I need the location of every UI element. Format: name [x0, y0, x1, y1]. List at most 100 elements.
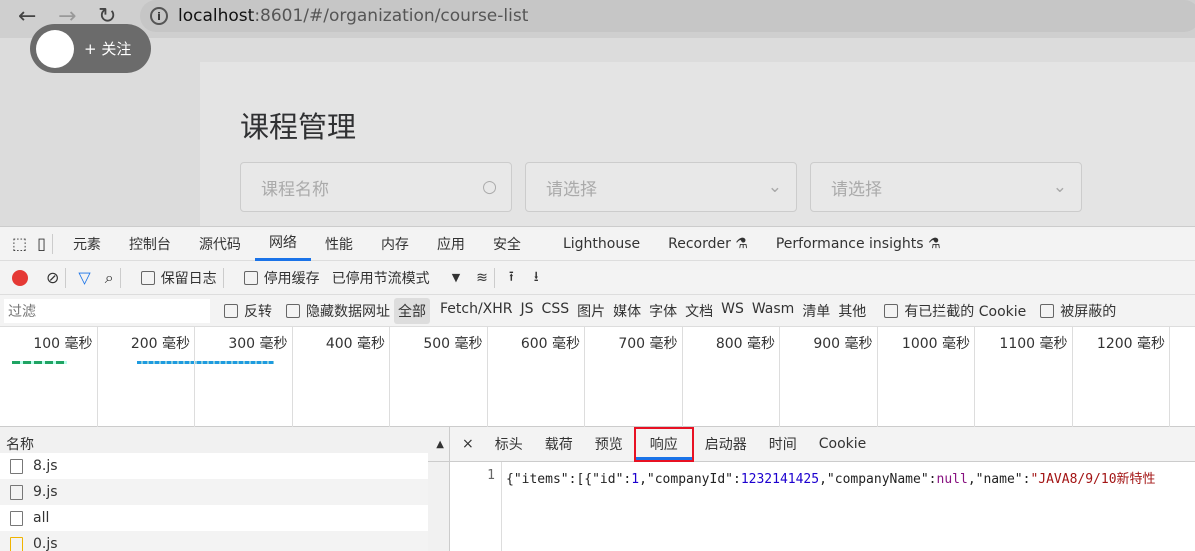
url-path: :8601/#/organization/course-list: [254, 6, 528, 26]
line-number: 1: [450, 462, 502, 551]
filter-icon[interactable]: ▽: [78, 268, 90, 287]
throttle-select[interactable]: 已停用节流模式: [332, 268, 430, 288]
type-filter[interactable]: JS: [517, 298, 538, 324]
address-bar[interactable]: i localhost:8601/#/organization/course-l…: [140, 0, 1195, 32]
logo: [36, 30, 74, 68]
device-icon[interactable]: ▯: [37, 234, 46, 253]
timeline-tick: 1000 毫秒: [878, 327, 976, 427]
hide-data-urls-checkbox[interactable]: [286, 304, 300, 318]
file-icon: [10, 511, 23, 526]
timeline-overview[interactable]: 100 毫秒200 毫秒300 毫秒400 毫秒500 毫秒600 毫秒700 …: [0, 327, 1195, 427]
tab-5[interactable]: 内存: [367, 227, 423, 261]
type-filter[interactable]: 媒体: [609, 298, 645, 324]
timeline-tick: 900 毫秒: [780, 327, 878, 427]
detail-tab-6[interactable]: Cookie: [808, 427, 878, 462]
request-name: 0.js: [33, 536, 58, 551]
type-filters: 全部Fetch/XHRJSCSS图片媒体字体文档WSWasm清单其他: [394, 298, 870, 324]
type-filter[interactable]: 其他: [834, 298, 870, 324]
type-filter[interactable]: CSS: [538, 298, 574, 324]
detail-tab-0[interactable]: 标头: [484, 427, 534, 462]
tab-4[interactable]: 性能: [311, 227, 367, 261]
inspect-icon[interactable]: ⬚: [12, 234, 27, 253]
response-body[interactable]: 1 {"items":[{"id":1,"companyId":12321414…: [450, 462, 1195, 551]
network-conditions-icon[interactable]: ≋: [476, 270, 488, 286]
response-text: {"items":[{"id":1,"companyId":1232141425…: [502, 462, 1156, 551]
search-icon[interactable]: ⌕: [105, 268, 114, 288]
detail-tab-5[interactable]: 时间: [758, 427, 808, 462]
type-filter[interactable]: WS: [717, 298, 748, 324]
invert-checkbox[interactable]: [224, 304, 238, 318]
upload-icon[interactable]: ⭱: [509, 266, 514, 290]
filter-input[interactable]: [4, 299, 210, 323]
info-icon[interactable]: i: [150, 7, 168, 25]
timeline-tick: 1200 毫秒: [1073, 327, 1171, 427]
placeholder: 课程名称: [261, 175, 329, 200]
select-2[interactable]: 请选择⌄: [810, 162, 1082, 212]
type-filter[interactable]: Fetch/XHR: [436, 298, 517, 324]
type-filter[interactable]: 清单: [798, 298, 834, 324]
placeholder: 请选择: [546, 175, 597, 200]
tab-6[interactable]: 应用: [423, 227, 479, 261]
timeline-tick: 600 毫秒: [488, 327, 586, 427]
sort-up-icon[interactable]: ▲: [436, 439, 444, 450]
type-filter[interactable]: 全部: [394, 298, 430, 324]
preserve-log-checkbox[interactable]: [141, 271, 155, 285]
request-row[interactable]: all: [0, 505, 428, 531]
tab-0[interactable]: 元素: [59, 227, 115, 261]
tab-7[interactable]: 安全: [479, 227, 535, 261]
type-filter[interactable]: Wasm: [748, 298, 798, 324]
dropdown-icon[interactable]: ▼: [452, 271, 460, 284]
select-1[interactable]: 请选择 ⌄: [525, 162, 797, 212]
request-row[interactable]: 9.js: [0, 479, 428, 505]
page-title: 课程管理: [240, 104, 356, 146]
type-filter[interactable]: 图片: [573, 298, 609, 324]
disable-cache-label: 停用缓存: [264, 268, 320, 288]
blocked-requests-checkbox[interactable]: [1040, 304, 1054, 318]
type-filter[interactable]: 文档: [681, 298, 717, 324]
follow-button[interactable]: + 关注: [30, 24, 151, 73]
course-name-input[interactable]: 课程名称○: [240, 162, 512, 212]
request-name: all: [33, 510, 49, 526]
filter-bar: 反转 隐藏数据网址 全部Fetch/XHRJSCSS图片媒体字体文档WSWasm…: [0, 295, 1195, 327]
download-icon[interactable]: ⭳: [534, 266, 539, 290]
detail-tab-2[interactable]: 预览: [584, 427, 634, 462]
request-row[interactable]: 8.js: [0, 453, 428, 479]
tab-10[interactable]: Performance insights ⚗: [762, 227, 955, 261]
blocked-requests-label: 被屏蔽的: [1060, 301, 1116, 321]
type-filter[interactable]: 字体: [645, 298, 681, 324]
record-icon[interactable]: [12, 270, 28, 286]
tab-list: 元素控制台源代码网络性能内存应用安全 LighthouseRecorder ⚗Pe…: [59, 227, 955, 261]
back-icon[interactable]: ←: [18, 4, 36, 29]
timeline-tick: 100 毫秒: [0, 327, 98, 427]
invert-label: 反转: [244, 301, 272, 321]
file-icon: [10, 537, 23, 551]
blocked-cookies-checkbox[interactable]: [884, 304, 898, 318]
devtools-tabs: ⬚ ▯ 元素控制台源代码网络性能内存应用安全 LighthouseRecorder…: [0, 227, 1195, 261]
detail-tab-4[interactable]: 启动器: [694, 427, 758, 462]
clear-icon[interactable]: ⊘: [46, 268, 59, 287]
disable-cache-checkbox[interactable]: [244, 271, 258, 285]
tab-2[interactable]: 源代码: [185, 227, 255, 261]
request-detail: × 标头载荷预览响应启动器时间Cookie 1 {"items":[{"id":…: [450, 427, 1195, 551]
url-host: localhost: [178, 6, 254, 26]
request-row[interactable]: 0.js: [0, 531, 428, 551]
timeline-tick: 700 毫秒: [585, 327, 683, 427]
network-toolbar: ⊘ ▽ ⌕ 保留日志 停用缓存 已停用节流模式 ▼ ≋ ⭱ ⭳: [0, 261, 1195, 295]
tab-1[interactable]: 控制台: [115, 227, 185, 261]
close-icon[interactable]: ×: [450, 436, 484, 452]
tab-8[interactable]: Lighthouse: [549, 227, 654, 261]
tab-9[interactable]: Recorder ⚗: [654, 227, 762, 261]
timeline-tick: 400 毫秒: [293, 327, 391, 427]
file-icon: [10, 459, 23, 474]
tab-3[interactable]: 网络: [255, 227, 311, 261]
detail-tab-3[interactable]: 响应: [634, 427, 694, 462]
timeline-tick: 500 毫秒: [390, 327, 488, 427]
request-name: 8.js: [33, 458, 58, 474]
chevron-down-icon: ⌄: [768, 177, 782, 197]
timeline-tick: 1100 毫秒: [975, 327, 1073, 427]
name-header-label: 名称: [6, 434, 34, 454]
detail-tab-1[interactable]: 载荷: [534, 427, 584, 462]
timeline-tick: 200 毫秒: [98, 327, 196, 427]
detail-tabs: × 标头载荷预览响应启动器时间Cookie: [450, 427, 1195, 462]
request-list: 名称 ▲ 8.js 9.js all 0.js: [0, 427, 450, 551]
